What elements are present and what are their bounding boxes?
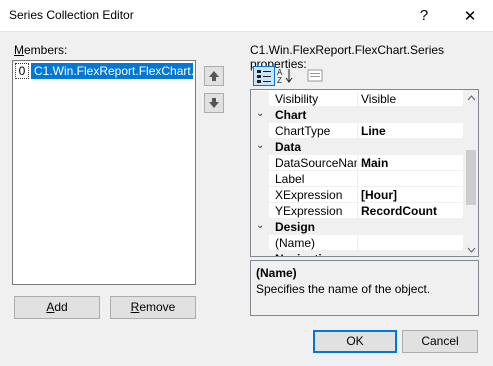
row-margin [251,203,269,219]
property-grid[interactable]: Visibility Visible ⌄ Chart ChartType Line ⌄ Dat… [250,89,479,257]
property-value[interactable]: RecordCount [361,204,437,218]
move-down-button[interactable] [204,93,224,113]
title-bar: Series Collection Editor ? ✕ [0,0,493,32]
row-margin [251,91,269,107]
category-navigation[interactable]: ⌄ Navigation [251,251,463,256]
row-margin [251,171,269,187]
row-margin [251,155,269,171]
category-design[interactable]: ⌄ Design [251,219,463,235]
alphabetical-button[interactable]: A Z [276,66,298,86]
property-pages-icon [307,69,323,82]
category-name: Data [275,140,302,154]
property-value[interactable]: Main [361,156,388,170]
property-name: (Name) [275,236,316,250]
column-separator[interactable] [357,155,358,171]
cancel-button[interactable]: Cancel [402,330,478,353]
property-row[interactable]: (Name) [251,235,463,251]
property-row[interactable]: ChartType Line [251,123,463,139]
property-row[interactable]: XExpression [Hour] [251,187,463,203]
move-up-button[interactable] [204,66,224,86]
property-value[interactable]: [Hour] [361,188,397,202]
description-title: (Name) [256,266,297,280]
add-button[interactable]: Add [14,296,100,319]
members-label-text: embers: [24,43,68,57]
close-button[interactable]: ✕ [447,0,493,31]
column-separator[interactable] [357,171,358,187]
property-name: Visibility [275,92,319,106]
property-row[interactable]: DataSourceName Main [251,155,463,171]
property-name: XExpression [275,188,343,202]
property-name: Label [275,172,305,186]
description-panel: (Name) Specifies the name of the object. [250,260,479,316]
ok-button[interactable]: OK [313,330,397,353]
collapse-icon[interactable]: ⌄ [256,252,264,256]
down-arrow-icon [209,98,219,108]
property-value[interactable]: Line [361,124,386,138]
property-value[interactable]: Visible [361,92,396,106]
property-row[interactable]: Visibility Visible [251,91,463,107]
property-name: ChartType [275,124,331,138]
categorized-icon [257,70,271,83]
column-separator[interactable] [357,235,358,251]
row-margin [251,187,269,203]
remove-button-rest: emove [139,300,176,314]
members-label: Members: [14,43,68,57]
column-separator[interactable] [357,123,358,139]
property-name: DataSourceName [275,156,357,170]
category-name: Navigation [275,252,336,256]
category-data[interactable]: ⌄ Data [251,139,463,155]
alphabetical-icon: A Z [277,68,293,85]
property-row[interactable]: Label [251,171,463,187]
column-separator[interactable] [357,91,358,107]
row-margin [251,235,269,251]
property-row[interactable]: YExpression RecordCount [251,203,463,219]
collapse-icon[interactable]: ⌄ [256,140,264,151]
column-separator[interactable] [357,187,358,203]
property-pages-button[interactable] [305,66,327,86]
category-name: Design [275,220,316,234]
window-title: Series Collection Editor [9,8,134,22]
row-margin [251,123,269,139]
member-text: C1.Win.FlexReport.FlexChart.Series [31,63,193,79]
member-item[interactable]: 0 C1.Win.FlexReport.FlexChart.Series [15,63,193,79]
category-chart[interactable]: ⌄ Chart [251,107,463,123]
scrollbar-thumb[interactable] [466,150,476,205]
category-name: Chart [275,108,307,122]
scroll-up-icon[interactable] [463,92,479,104]
collapse-icon[interactable]: ⌄ [256,220,264,231]
svg-text:Z: Z [277,76,282,84]
collapse-icon[interactable]: ⌄ [256,108,264,119]
members-list[interactable]: 0 C1.Win.FlexReport.FlexChart.Series [12,60,196,285]
description-text: Specifies the name of the object. [256,282,431,296]
member-index: 0 [15,63,29,79]
categorized-button[interactable] [253,66,275,86]
property-name: YExpression [275,204,343,218]
up-arrow-icon [209,71,219,81]
property-grid-scrollbar[interactable] [463,90,479,256]
remove-button[interactable]: Remove [110,296,196,319]
add-button-rest: dd [54,300,68,314]
help-button[interactable]: ? [401,0,447,31]
scroll-down-icon[interactable] [463,244,479,256]
column-separator[interactable] [357,203,358,219]
